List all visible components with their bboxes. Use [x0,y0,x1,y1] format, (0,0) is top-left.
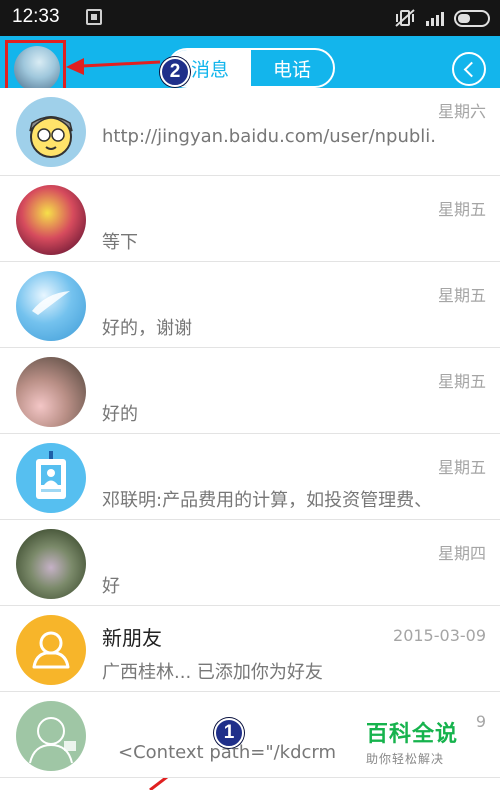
new-friend-icon [16,615,86,685]
watermark-title: 百科全说 [366,722,459,747]
conversation-preview: http://jingyan.baidu.com/user/npubli. [102,126,437,147]
vibrate-off-icon [395,9,415,27]
signal-icon [426,10,444,26]
annotation-badge-1: 1 [214,718,244,748]
conversation-preview: 等下 [102,232,138,253]
conversation-preview: 好 [102,576,120,597]
conversation-row[interactable]: 星期六 http://jingyan.baidu.com/user/npubli… [0,88,500,176]
sketch-avatar [16,701,86,771]
conversation-row[interactable]: 新朋友 2015-03-09 广西桂林... 已添加你为好友 [0,606,500,692]
back-button[interactable] [452,52,486,86]
conversation-row[interactable]: 星期五 好的，谢谢 [0,262,500,348]
conversation-date: 2015-03-09 [393,626,486,645]
conversation-row[interactable]: 星期四 好 [0,520,500,606]
conversation-date: 星期五 [437,286,486,305]
tab-calls[interactable]: 电话 [251,50,333,86]
annotation-badge-2: 2 [160,57,190,87]
id-badge-avatar [16,443,86,513]
conversation-row[interactable]: 星期五 好的 [0,348,500,434]
cartoon-avatar [16,97,86,167]
garden-photo-avatar [16,529,86,599]
conversation-date: 星期五 [437,458,486,477]
conversation-preview: 好的 [102,404,138,425]
conversation-name: 新朋友 [102,626,162,650]
status-icons [394,8,490,28]
conversation-date: 星期五 [437,372,486,391]
conversation-preview: 广西桂林... 已添加你为好友 [102,662,323,683]
watermark-subtitle: 助你轻松解决 [366,752,445,766]
conversation-date: 星期五 [437,200,486,219]
conversation-row[interactable]: 星期五 等下 [0,176,500,262]
tab-switcher: 消息 电话 [167,48,335,88]
conversation-date: 9 [475,712,486,731]
conversation-preview: 好的，谢谢 [102,318,192,339]
conversation-row[interactable]: 星期五 邓联明:产品费用的计算，如投资管理费、 [0,434,500,520]
conversation-date: 星期四 [437,544,486,563]
baike-watermark: 百科全说 助你轻松解决 [366,716,458,767]
notification-icon [86,9,102,25]
status-time: 12:33 [12,6,60,27]
child-photo-avatar [16,357,86,427]
conversation-preview: 邓联明:产品费用的计算，如投资管理费、 [102,490,433,511]
gift-photo-avatar [16,185,86,255]
feather-sky-avatar [16,271,86,341]
battery-icon [454,9,490,27]
status-bar: 12:33 [0,0,500,36]
conversation-date: 星期六 [437,102,486,121]
